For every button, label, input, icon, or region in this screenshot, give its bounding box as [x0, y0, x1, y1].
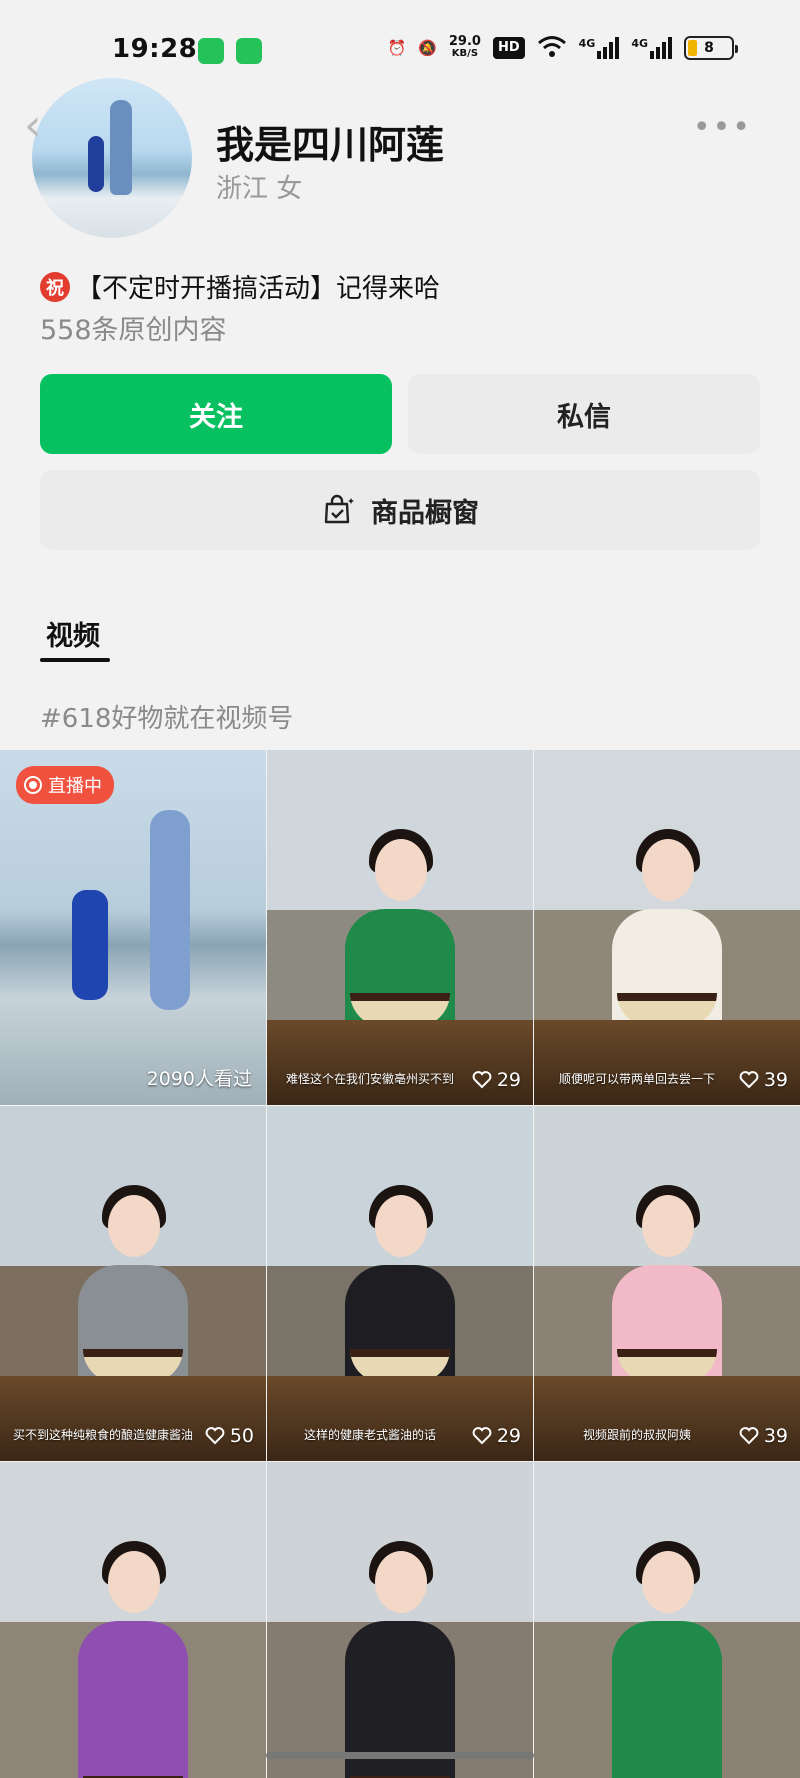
message-button[interactable]: 私信: [408, 374, 760, 454]
video-tile[interactable]: 这样的健康老式酱油的话 29: [267, 1106, 533, 1461]
battery-level: 8: [704, 40, 714, 56]
back-button[interactable]: ‹: [24, 104, 64, 150]
wifi-icon: [537, 34, 567, 62]
like-count: 29: [472, 1069, 521, 1091]
video-tile[interactable]: [0, 1462, 266, 1778]
sim1-label: 4G: [578, 37, 596, 50]
status-time: 19:28: [112, 34, 198, 64]
view-count: 2090人看过: [146, 1068, 252, 1090]
video-caption: 买不到这种纯粮食的酿造健康酱油: [12, 1428, 193, 1442]
heart-icon: [472, 1427, 492, 1445]
signal-icon-2: 4G: [631, 37, 672, 59]
heart-icon: [739, 1071, 759, 1089]
profile-name: 我是四川阿莲: [216, 123, 445, 167]
more-icon: •••: [692, 110, 752, 145]
heart-icon: [472, 1071, 492, 1089]
video-caption: 顺便呢可以带两单回去尝一下: [558, 1072, 715, 1086]
battery-saver-icon: [198, 38, 224, 64]
follow-button[interactable]: 关注: [40, 374, 392, 454]
more-button[interactable]: •••: [693, 110, 752, 145]
like-value: 29: [496, 1069, 521, 1091]
mute-icon: 🔕: [418, 39, 437, 57]
alarm-icon: ⏰: [387, 39, 407, 57]
video-caption: 难怪这个在我们安徽亳州买不到: [285, 1072, 454, 1086]
hd-badge: HD: [492, 37, 525, 59]
live-label: 直播中: [48, 776, 102, 797]
sim2-label: 4G: [631, 37, 648, 50]
net-speed-value: 29.0: [448, 34, 481, 49]
like-count: 39: [739, 1425, 788, 1447]
like-count: 29: [472, 1425, 521, 1447]
video-grid: 直播中 2090人看过 难怪这个在我们安徽亳州买不到 29 顺便呢可以带两单回去…: [0, 750, 800, 1778]
status-icons: ⏰ 🔕 29.0 KB/S HD 4G 4G 8: [387, 34, 738, 62]
video-tile[interactable]: 买不到这种纯粮食的酿造健康酱油 50: [0, 1106, 266, 1461]
signal-icon: 4G: [579, 37, 620, 59]
live-icon: [24, 776, 42, 794]
celebrate-badge-icon: 祝: [40, 271, 70, 302]
heart-icon: [739, 1427, 759, 1445]
like-count: 50: [205, 1425, 254, 1447]
video-tile[interactable]: [534, 1462, 800, 1778]
like-count: 39: [739, 1069, 788, 1091]
profile-location-gender: 浙江 女: [216, 174, 303, 204]
like-value: 39: [763, 1069, 788, 1091]
video-caption: 这样的健康老式酱油的话: [303, 1428, 436, 1442]
shopping-bag-icon: [324, 494, 354, 524]
chat-app-icon: [236, 38, 262, 64]
chevron-left-icon: ‹: [24, 100, 42, 151]
original-count: 558条原创内容: [40, 315, 227, 346]
topic-hashtag[interactable]: #618好物就在视频号: [40, 698, 293, 735]
video-tile[interactable]: 视频跟前的叔叔阿姨 39: [534, 1106, 800, 1461]
home-indicator[interactable]: [266, 1752, 534, 1759]
shop-window-button[interactable]: 商品橱窗: [40, 470, 760, 550]
video-caption: 视频跟前的叔叔阿姨: [582, 1428, 691, 1442]
net-speed: 29.0 KB/S: [448, 34, 481, 60]
live-badge: 直播中: [16, 766, 114, 804]
bio-text: 【不定时开播搞活动】记得来哈: [76, 274, 441, 304]
like-value: 39: [763, 1425, 788, 1447]
video-tile[interactable]: 直播中 2090人看过: [0, 750, 266, 1105]
like-value: 50: [229, 1425, 254, 1447]
tab-indicator: [40, 658, 110, 662]
shop-window-label: 商品橱窗: [371, 497, 479, 529]
like-value: 29: [496, 1425, 521, 1447]
video-tile[interactable]: 顺便呢可以带两单回去尝一下 39: [534, 750, 800, 1105]
battery-icon: 8: [684, 36, 738, 60]
avatar[interactable]: [32, 78, 192, 238]
video-tile[interactable]: 难怪这个在我们安徽亳州买不到 29: [267, 750, 533, 1105]
net-speed-unit: KB/S: [451, 48, 479, 59]
heart-icon: [205, 1427, 225, 1445]
profile-bio: 祝 【不定时开播搞活动】记得来哈: [40, 268, 440, 305]
video-tile[interactable]: [267, 1462, 533, 1778]
tab-videos[interactable]: 视频: [46, 614, 100, 653]
